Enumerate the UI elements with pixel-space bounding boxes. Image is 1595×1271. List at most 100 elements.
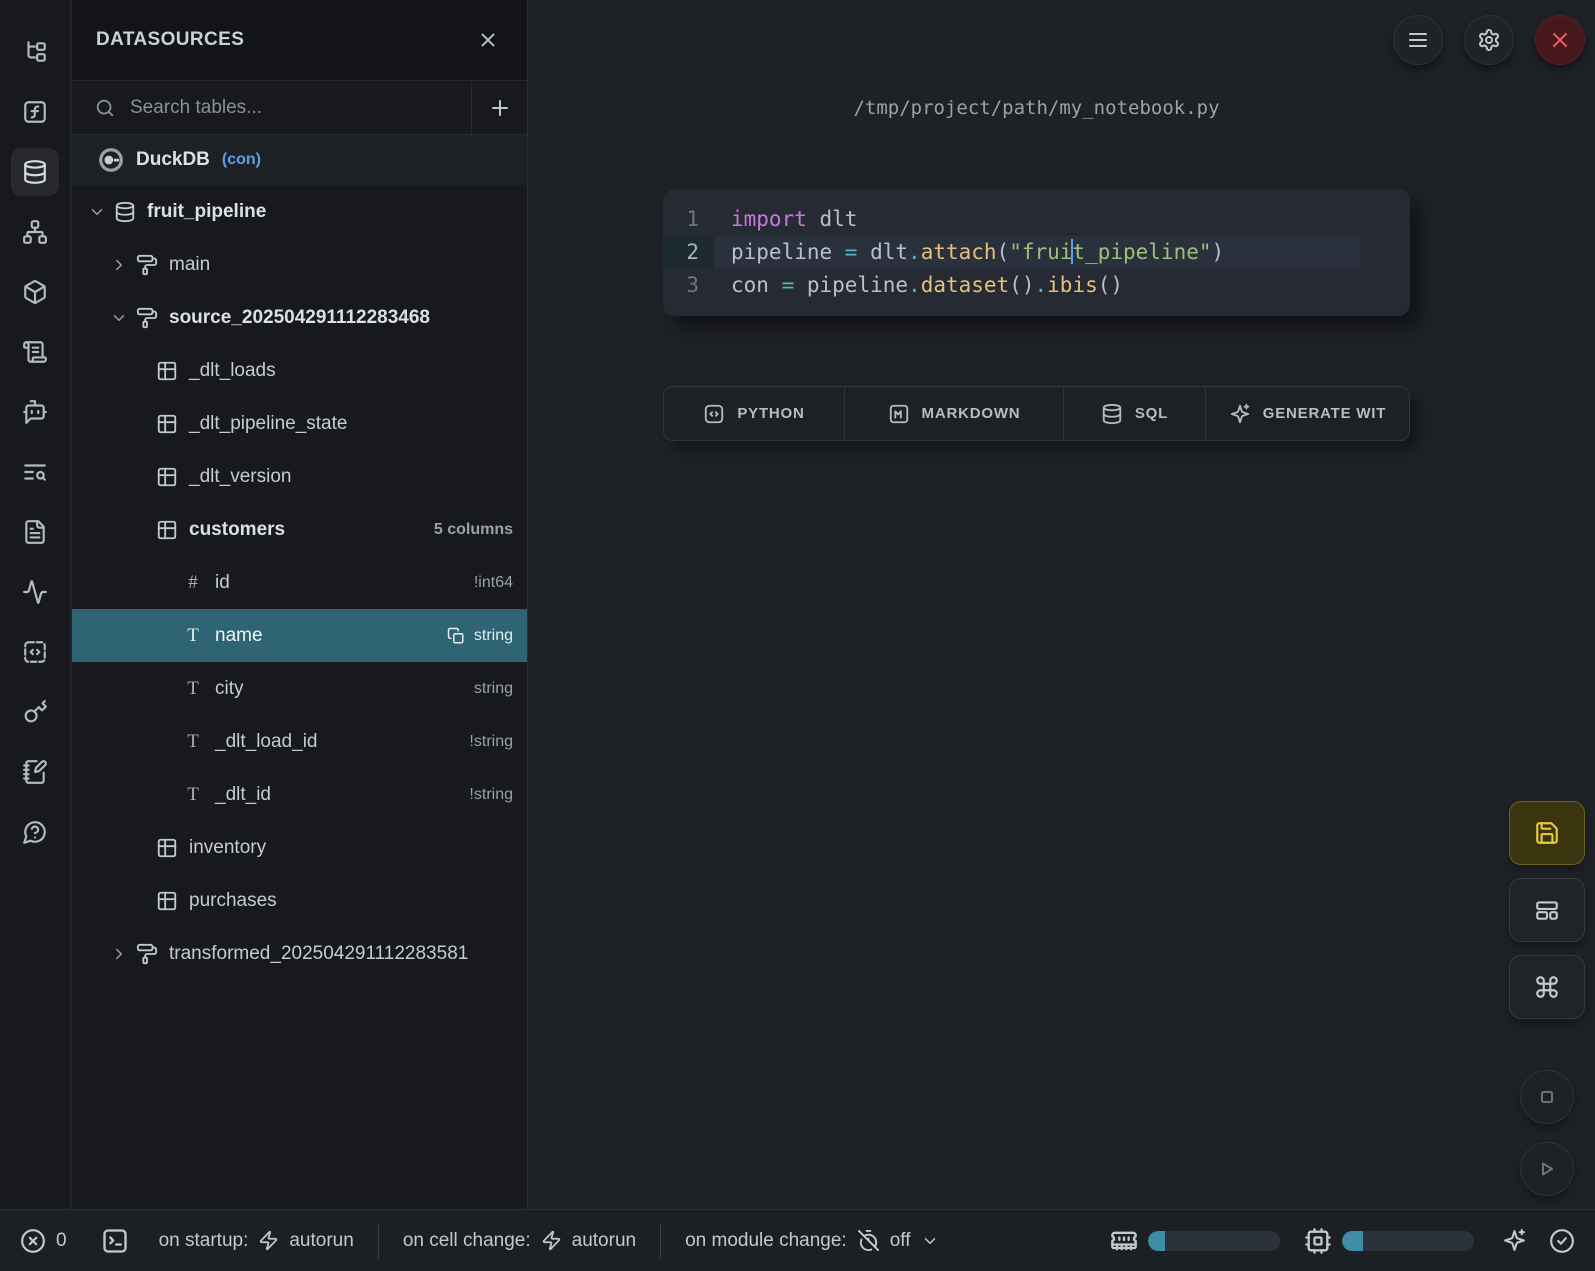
ai-assist-button[interactable] xyxy=(1502,1228,1527,1253)
tree-row-table[interactable]: _dlt_loads xyxy=(72,344,527,397)
code-square-icon xyxy=(703,403,725,425)
tree-row-label: customers xyxy=(189,519,285,541)
tree-row-table[interactable]: inventory xyxy=(72,821,527,874)
tree-row-schema[interactable]: main xyxy=(72,238,527,291)
settings-gear-icon xyxy=(1477,28,1501,52)
tree-row-schema[interactable]: transformed_202504291112283581 xyxy=(72,927,527,980)
column-type-label: !int64 xyxy=(474,574,513,592)
tree-row-column-selected[interactable]: T name string xyxy=(72,609,527,662)
shutdown-button[interactable] xyxy=(1535,15,1585,65)
text-column-icon: T xyxy=(182,625,204,647)
tree-row-database[interactable]: fruit_pipeline xyxy=(72,185,527,238)
datasource-tree: fruit_pipeline main source_2025042911122… xyxy=(72,185,527,980)
code-text[interactable]: import dlt xyxy=(715,203,1410,236)
rail-item-help[interactable] xyxy=(5,802,65,862)
search-input[interactable] xyxy=(130,97,410,119)
code-line[interactable]: 3con = pipeline.dataset().ibis() xyxy=(663,269,1410,302)
bot-icon xyxy=(22,399,48,425)
tree-row-column[interactable]: T _dlt_id !string xyxy=(72,768,527,821)
connection-duckdb[interactable]: DuckDB (con) xyxy=(72,135,527,185)
save-icon xyxy=(1534,820,1560,846)
terminal-button[interactable] xyxy=(101,1227,129,1255)
terminal-icon xyxy=(101,1227,129,1255)
rail-item-snippets[interactable] xyxy=(5,622,65,682)
search-row xyxy=(72,81,527,135)
rail-item-file-tree[interactable] xyxy=(5,22,65,82)
timer-off-icon xyxy=(857,1229,880,1252)
menu-icon xyxy=(1406,28,1430,52)
add-sql-cell-button[interactable]: SQL xyxy=(1064,387,1206,440)
connection-alias: (con) xyxy=(222,151,261,169)
tree-row-column[interactable]: T _dlt_load_id !string xyxy=(72,715,527,768)
on-cell-change-setting[interactable]: on cell change: autorun xyxy=(403,1230,636,1252)
play-icon xyxy=(1535,1157,1559,1181)
error-counter[interactable]: 0 xyxy=(20,1228,67,1254)
panel-close-button[interactable] xyxy=(473,25,503,55)
statusbar-divider xyxy=(660,1223,661,1259)
tree-row-column[interactable]: T city string xyxy=(72,662,527,715)
save-button[interactable] xyxy=(1509,801,1585,865)
stop-button[interactable] xyxy=(1520,1070,1574,1124)
rail-item-documentation[interactable] xyxy=(5,322,65,382)
tree-row-label: source_202504291112283468 xyxy=(169,307,430,329)
error-count: 0 xyxy=(56,1230,67,1252)
tree-row-schema[interactable]: source_202504291112283468 xyxy=(72,291,527,344)
rail-item-logs[interactable] xyxy=(5,442,65,502)
error-circle-icon xyxy=(20,1228,46,1254)
rail-item-packages[interactable] xyxy=(5,262,65,322)
add-cell-actions: PYTHON MARKDOWN SQL GENERATE WIT xyxy=(663,386,1410,441)
add-markdown-cell-button[interactable]: MARKDOWN xyxy=(845,387,1064,440)
code-line[interactable]: 1import dlt xyxy=(663,203,1410,236)
status-bar: 0 on startup: autorun on cell change: au… xyxy=(0,1209,1595,1271)
schema-icon xyxy=(136,254,158,276)
code-line[interactable]: 2pipeline = dlt.attach("fruit_pipeline") xyxy=(663,236,1410,269)
run-button[interactable] xyxy=(1520,1142,1574,1196)
rail-item-functions[interactable] xyxy=(5,82,65,142)
scroll-text-icon xyxy=(22,339,48,365)
on-startup-setting[interactable]: on startup: autorun xyxy=(159,1230,354,1252)
rail-item-files[interactable] xyxy=(5,502,65,562)
settings-button[interactable] xyxy=(1464,15,1514,65)
code-text[interactable]: pipeline = dlt.attach("fruit_pipeline") xyxy=(715,236,1360,269)
check-circle-icon xyxy=(1549,1228,1575,1254)
list-search-icon xyxy=(22,459,48,485)
layout-toggle-button[interactable] xyxy=(1509,878,1585,942)
column-type-label: !string xyxy=(469,733,513,751)
connection-status-button[interactable] xyxy=(1549,1228,1575,1254)
tree-row-table[interactable]: _dlt_pipeline_state xyxy=(72,397,527,450)
tree-row-label: _dlt_pipeline_state xyxy=(189,413,347,435)
code-cell[interactable]: 1import dlt2pipeline = dlt.attach("fruit… xyxy=(663,189,1410,316)
tree-row-table[interactable]: _dlt_version xyxy=(72,450,527,503)
rail-item-scratchpad[interactable] xyxy=(5,742,65,802)
menu-button[interactable] xyxy=(1393,15,1443,65)
rail-item-chat[interactable] xyxy=(5,382,65,442)
activity-rail xyxy=(0,0,71,1209)
cpu-icon xyxy=(1304,1227,1332,1255)
tree-row-table[interactable]: purchases xyxy=(72,874,527,927)
rail-item-tracing[interactable] xyxy=(5,562,65,622)
on-module-change-setting[interactable]: on module change: off xyxy=(685,1229,938,1252)
rail-item-secrets[interactable] xyxy=(5,682,65,742)
tree-row-label: inventory xyxy=(189,837,266,859)
add-datasource-button[interactable] xyxy=(471,81,527,134)
tree-row-column[interactable]: # id !int64 xyxy=(72,556,527,609)
tree-row-table[interactable]: customers 5 columns xyxy=(72,503,527,556)
add-python-cell-button[interactable]: PYTHON xyxy=(664,387,845,440)
tree-row-label: id xyxy=(215,572,230,594)
copy-icon[interactable] xyxy=(447,627,465,645)
keyboard-shortcuts-button[interactable] xyxy=(1509,955,1585,1019)
rail-item-datasources[interactable] xyxy=(5,142,65,202)
key-icon xyxy=(22,699,48,725)
notebook-pen-icon xyxy=(22,759,48,785)
generate-with-ai-button[interactable]: GENERATE WIT xyxy=(1206,387,1409,440)
cpu-usage xyxy=(1304,1227,1474,1255)
ram-usage xyxy=(1110,1227,1280,1255)
rail-item-dependencies[interactable] xyxy=(5,202,65,262)
on-module-change-value: off xyxy=(890,1230,911,1252)
code-text[interactable]: con = pipeline.dataset().ibis() xyxy=(715,269,1410,302)
code-editor[interactable]: 1import dlt2pipeline = dlt.attach("fruit… xyxy=(663,203,1410,302)
zap-icon xyxy=(541,1230,562,1251)
search-field[interactable] xyxy=(72,81,471,134)
ram-usage-fill xyxy=(1148,1231,1165,1251)
close-icon xyxy=(477,29,499,51)
